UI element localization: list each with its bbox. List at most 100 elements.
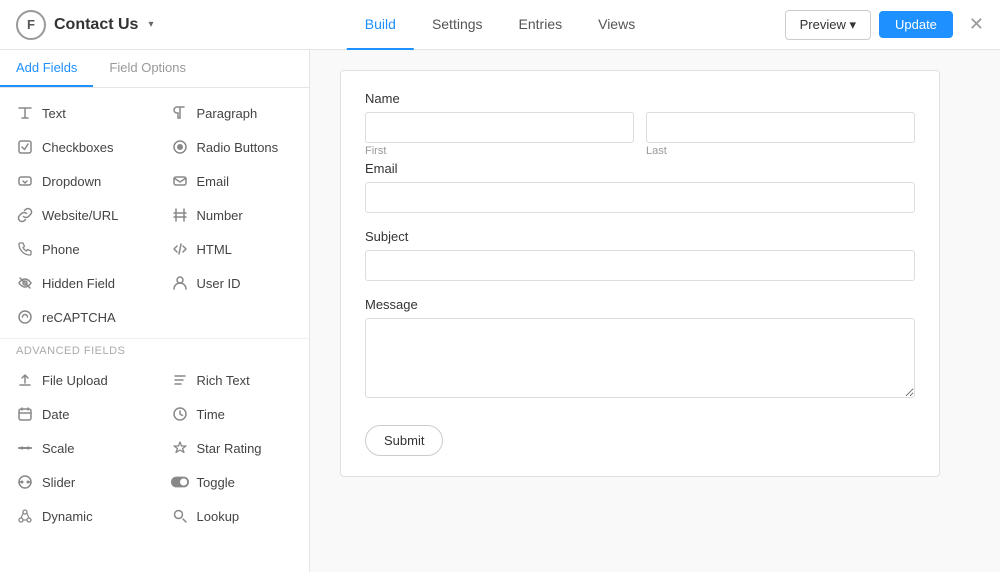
field-recaptcha[interactable]: reCAPTCHA (0, 300, 155, 334)
field-date-label: Date (42, 407, 69, 422)
field-paragraph[interactable]: Paragraph (155, 96, 310, 130)
field-number[interactable]: Number (155, 198, 310, 232)
radio-icon (171, 138, 189, 156)
tab-field-options[interactable]: Field Options (93, 50, 202, 87)
field-email[interactable]: Email (155, 164, 310, 198)
field-scale[interactable]: Scale (0, 431, 155, 465)
form-title: Contact Us (54, 16, 138, 34)
advanced-fields-divider: Advanced Fields (0, 338, 309, 363)
field-file-upload-label: File Upload (42, 373, 108, 388)
form-preview-area: Name First Last Email (310, 50, 1000, 572)
field-html[interactable]: HTML (155, 232, 310, 266)
recaptcha-icon (16, 308, 34, 326)
last-sublabel: Last (646, 145, 915, 157)
form-inner: Name First Last Email (340, 70, 940, 477)
field-hidden-label: Hidden Field (42, 276, 115, 291)
message-label: Message (365, 297, 915, 312)
header-nav: Build Settings Entries Views (347, 0, 653, 50)
lookup-icon (171, 507, 189, 525)
field-checkboxes-label: Checkboxes (42, 140, 114, 155)
field-toggle-label: Toggle (197, 475, 235, 490)
field-phone-label: Phone (42, 242, 80, 257)
field-rich-text-label: Rich Text (197, 373, 250, 388)
field-userid[interactable]: User ID (155, 266, 310, 300)
field-dropdown-label: Dropdown (42, 174, 101, 189)
header-right: Preview ▾ Update ✕ (785, 10, 984, 40)
field-html-label: HTML (197, 242, 232, 257)
field-slider-label: Slider (42, 475, 75, 490)
field-dynamic[interactable]: Dynamic (0, 499, 155, 533)
message-group: Message (365, 297, 915, 401)
update-button[interactable]: Update (879, 11, 953, 38)
first-sublabel: First (365, 145, 634, 157)
first-name-input[interactable] (365, 112, 634, 143)
field-phone[interactable]: Phone (0, 232, 155, 266)
phone-icon (16, 240, 34, 258)
sidebar-tabs: Add Fields Field Options (0, 50, 309, 88)
userid-icon (171, 274, 189, 292)
email-group: Email (365, 161, 915, 213)
field-star-rating-label: Star Rating (197, 441, 262, 456)
slider-icon (16, 473, 34, 491)
submit-button[interactable]: Submit (365, 425, 443, 456)
text-icon (16, 104, 34, 122)
field-slider[interactable]: Slider (0, 465, 155, 499)
field-checkboxes[interactable]: Checkboxes (0, 130, 155, 164)
field-url-label: Website/URL (42, 208, 118, 223)
tab-add-fields[interactable]: Add Fields (0, 50, 93, 87)
star-icon (171, 439, 189, 457)
message-textarea[interactable] (365, 318, 915, 398)
field-toggle[interactable]: Toggle (155, 465, 310, 499)
field-rich-text[interactable]: Rich Text (155, 363, 310, 397)
name-group: Name First Last (365, 91, 915, 157)
standard-fields-grid: Text Paragraph Checkboxes (0, 88, 309, 541)
field-lookup[interactable]: Lookup (155, 499, 310, 533)
email-icon (171, 172, 189, 190)
sidebar: Add Fields Field Options Text Paragraph (0, 50, 310, 572)
close-button[interactable]: ✕ (969, 14, 984, 35)
field-paragraph-label: Paragraph (197, 106, 258, 121)
preview-button[interactable]: Preview ▾ (785, 10, 871, 40)
url-icon (16, 206, 34, 224)
tab-build[interactable]: Build (347, 0, 414, 50)
field-recaptcha-label: reCAPTCHA (42, 310, 116, 325)
field-hidden[interactable]: Hidden Field (0, 266, 155, 300)
field-time[interactable]: Time (155, 397, 310, 431)
hidden-icon (16, 274, 34, 292)
field-star-rating[interactable]: Star Rating (155, 431, 310, 465)
subject-input[interactable] (365, 250, 915, 281)
toggle-icon (171, 473, 189, 491)
app-header: F Contact Us ▾ Build Settings Entries Vi… (0, 0, 1000, 50)
email-input[interactable] (365, 182, 915, 213)
subject-group: Subject (365, 229, 915, 281)
checkboxes-icon (16, 138, 34, 156)
field-dropdown[interactable]: Dropdown (0, 164, 155, 198)
field-radio[interactable]: Radio Buttons (155, 130, 310, 164)
name-label: Name (365, 91, 915, 106)
date-icon (16, 405, 34, 423)
last-name-input[interactable] (646, 112, 915, 143)
field-text-label: Text (42, 106, 66, 121)
dynamic-icon (16, 507, 34, 525)
dropdown-icon (16, 172, 34, 190)
name-last-col: Last (646, 112, 915, 157)
scale-icon (16, 439, 34, 457)
field-userid-label: User ID (197, 276, 241, 291)
title-dropdown-icon[interactable]: ▾ (148, 19, 153, 30)
field-number-label: Number (197, 208, 243, 223)
field-date[interactable]: Date (0, 397, 155, 431)
header-left: F Contact Us ▾ (16, 10, 153, 40)
main-content: Add Fields Field Options Text Paragraph (0, 50, 1000, 572)
field-url[interactable]: Website/URL (0, 198, 155, 232)
tab-settings[interactable]: Settings (414, 0, 501, 50)
field-lookup-label: Lookup (197, 509, 240, 524)
field-time-label: Time (197, 407, 225, 422)
field-radio-label: Radio Buttons (197, 140, 279, 155)
field-email-label: Email (197, 174, 230, 189)
tab-views[interactable]: Views (580, 0, 653, 50)
field-text[interactable]: Text (0, 96, 155, 130)
paragraph-icon (171, 104, 189, 122)
tab-entries[interactable]: Entries (501, 0, 581, 50)
field-file-upload[interactable]: File Upload (0, 363, 155, 397)
name-first-col: First (365, 112, 634, 157)
